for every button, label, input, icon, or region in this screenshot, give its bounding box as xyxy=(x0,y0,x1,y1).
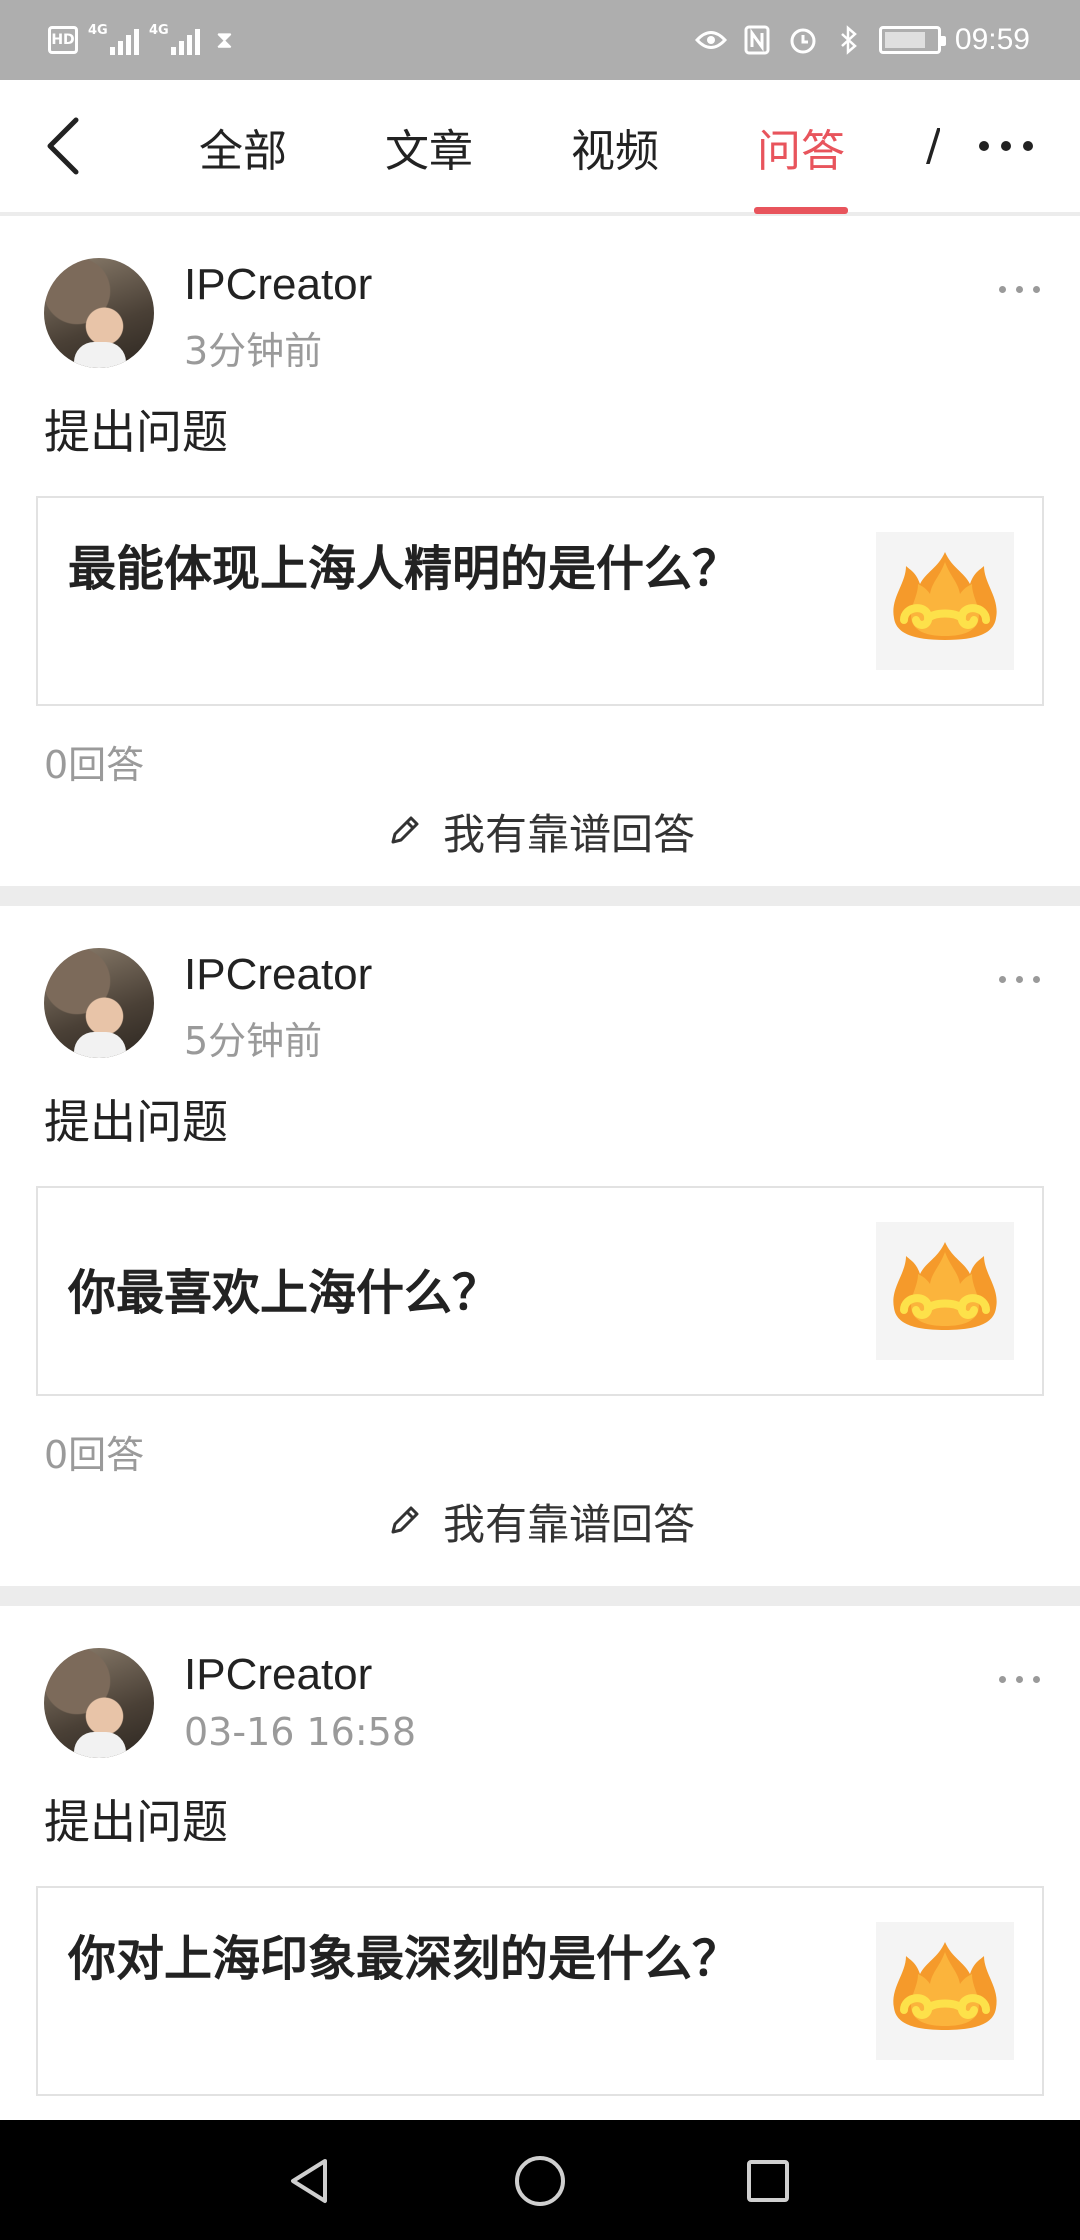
question-thumbnail xyxy=(876,1922,1014,2060)
write-answer-button[interactable]: 我有靠谱回答 xyxy=(0,1486,1080,1556)
action-label: 提出问题 xyxy=(44,405,228,459)
hourglass-icon: ⧗ xyxy=(216,26,233,54)
post-time: 03-16 16:58 xyxy=(184,1710,417,1754)
card-more-button[interactable] xyxy=(999,1676,1040,1683)
clock: 09:59 xyxy=(954,23,1030,56)
action-label: 提出问题 xyxy=(44,1795,228,1849)
username[interactable]: IPCreator xyxy=(184,1650,372,1700)
post-time: 3分钟前 xyxy=(184,329,323,373)
flame-logo-icon xyxy=(893,552,997,640)
nav-back-button[interactable] xyxy=(274,2146,344,2216)
flame-logo-icon xyxy=(893,1242,997,1330)
eye-icon xyxy=(694,24,727,56)
dot xyxy=(1001,141,1011,151)
flame-logo-icon xyxy=(893,1942,997,2030)
question-box[interactable]: 你最喜欢上海什么？ xyxy=(36,1186,1044,1396)
qa-card: IPCreator 5分钟前 提出问题 你最喜欢上海什么？ 0回答 我有靠谱回答 xyxy=(0,906,1080,1586)
question-box[interactable]: 最能体现上海人精明的是什么？ xyxy=(36,496,1044,706)
nav-recents-button[interactable] xyxy=(733,2146,803,2216)
username[interactable]: IPCreator xyxy=(184,260,372,310)
tab-qa[interactable]: 问答 xyxy=(708,80,894,214)
qa-card: IPCreator 3分钟前 提出问题 最能体现上海人精明的是什么？ 0回答 我… xyxy=(0,216,1080,886)
navigation-bar xyxy=(0,2120,1080,2240)
question-thumbnail xyxy=(876,1222,1014,1360)
dot xyxy=(1023,141,1033,151)
answer-count: 0回答 xyxy=(44,743,145,787)
nav-home-button[interactable] xyxy=(505,2146,575,2216)
nfc-icon xyxy=(741,24,773,56)
signal-4g-icon: 4G xyxy=(88,23,139,55)
chevron-left-icon xyxy=(47,117,79,175)
tab-videos[interactable]: 视频 xyxy=(522,80,708,214)
write-answer-label: 我有靠谱回答 xyxy=(442,809,695,859)
question-title: 你对上海印象最深刻的是什么？ xyxy=(68,1931,741,1987)
alarm-icon xyxy=(787,24,819,56)
question-title: 你最喜欢上海什么？ xyxy=(68,1265,501,1321)
tab-articles[interactable]: 文章 xyxy=(336,80,522,214)
more-menu-button[interactable] xyxy=(964,118,1048,174)
card-more-button[interactable] xyxy=(999,286,1040,293)
bluetooth-icon xyxy=(833,24,865,56)
tab-next-partial[interactable]: / xyxy=(926,120,940,171)
battery-icon xyxy=(878,26,946,54)
pencil-icon xyxy=(391,1506,419,1534)
action-label: 提出问题 xyxy=(44,1095,228,1149)
answer-count: 0回答 xyxy=(44,1433,145,1477)
hd-icon: HD xyxy=(48,26,78,54)
tab-all[interactable]: 全部 xyxy=(150,80,336,214)
question-box[interactable]: 你对上海印象最深刻的是什么？ xyxy=(36,1886,1044,2096)
dot xyxy=(979,141,989,151)
write-answer-button[interactable]: 我有靠谱回答 xyxy=(0,796,1080,866)
qa-card: IPCreator 03-16 16:58 提出问题 你对上海印象最深刻的是什么… xyxy=(0,1606,1080,2126)
pencil-icon xyxy=(391,816,419,844)
username[interactable]: IPCreator xyxy=(184,950,372,1000)
question-title: 最能体现上海人精明的是什么？ xyxy=(68,541,741,597)
back-button[interactable] xyxy=(40,114,90,178)
square-recents-icon xyxy=(747,2160,789,2202)
post-time: 5分钟前 xyxy=(184,1019,323,1063)
tab-header: 全部 文章 视频 问答 / xyxy=(0,80,1080,214)
question-thumbnail xyxy=(876,532,1014,670)
write-answer-label: 我有靠谱回答 xyxy=(442,1499,695,1549)
status-bar: HD 4G 4G ⧗ 09:59 xyxy=(0,0,1080,80)
triangle-back-icon xyxy=(291,2159,327,2203)
avatar[interactable] xyxy=(44,948,154,1058)
avatar[interactable] xyxy=(44,1648,154,1758)
signal-4g-icon: 4G xyxy=(149,23,200,55)
circle-home-icon xyxy=(515,2156,565,2206)
avatar[interactable] xyxy=(44,258,154,368)
card-more-button[interactable] xyxy=(999,976,1040,983)
